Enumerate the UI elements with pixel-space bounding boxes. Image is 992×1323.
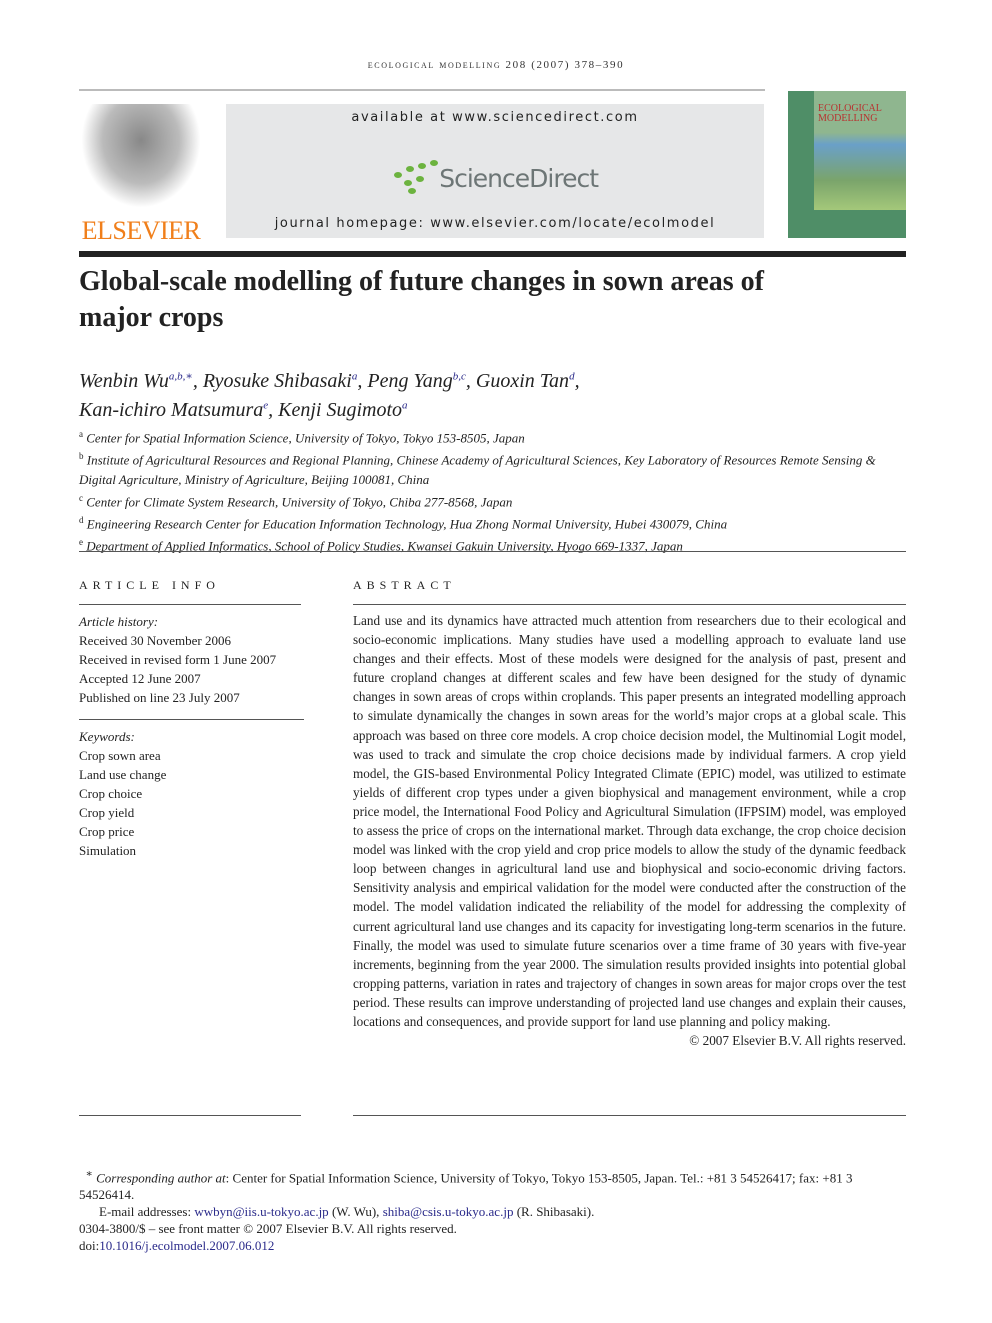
doi-line: doi:10.1016/j.ecolmodel.2007.06.012	[79, 1238, 275, 1254]
divider	[79, 251, 906, 257]
elsevier-logo: ELSEVIER	[79, 104, 203, 245]
divider	[79, 719, 304, 720]
history-label: Article history:	[79, 614, 159, 629]
divider	[353, 1115, 906, 1116]
sciencedirect-banner: available at www.sciencedirect.com Scien…	[226, 104, 764, 238]
history-item: Published on line 23 July 2007	[79, 690, 240, 705]
sciencedirect-dots-icon	[392, 160, 438, 196]
doi-link[interactable]: 10.1016/j.ecolmodel.2007.06.012	[99, 1238, 274, 1253]
cover-title: ECOLOGICAL MODELLING	[818, 103, 882, 124]
copyright: © 2007 Elsevier B.V. All rights reserved…	[689, 1033, 906, 1049]
article-info-heading: ARTICLE INFO	[79, 578, 220, 592]
divider	[79, 604, 301, 605]
issn-line: 0304-3800/$ – see front matter © 2007 El…	[79, 1221, 457, 1237]
keyword: Crop price	[79, 824, 135, 839]
author: Kenji Sugimotoa	[278, 399, 408, 422]
divider	[79, 89, 765, 91]
email-link[interactable]: shiba@csis.u-tokyo.ac.jp	[383, 1204, 514, 1219]
affiliation: e Department of Applied Informatics, Sch…	[79, 537, 683, 554]
affiliation: b Institute of Agricultural Resources an…	[79, 451, 876, 487]
journal-cover: ECOLOGICAL MODELLING	[788, 91, 906, 238]
email-link[interactable]: wwbyn@iis.u-tokyo.ac.jp	[194, 1204, 328, 1219]
affiliation: c Center for Climate System Research, Un…	[79, 492, 513, 509]
divider	[79, 1115, 301, 1116]
keyword: Simulation	[79, 843, 137, 858]
sciencedirect-wordmark: ScienceDirect	[439, 163, 599, 193]
article-title: Global-scale modelling of future changes…	[79, 266, 764, 333]
affiliations: a Center for Spatial Information Science…	[79, 425, 909, 556]
history-item: Received 30 November 2006	[79, 633, 231, 648]
author: Wenbin Wua,b,∗,	[79, 369, 203, 392]
abstract: Land use and its dynamics have attracted…	[353, 611, 906, 1050]
corresponding-author-note: ∗ Corresponding author at: Center for Sp…	[79, 1168, 853, 1203]
keywords-label: Keywords:	[79, 729, 135, 744]
keyword: Crop choice	[79, 786, 143, 801]
affiliation: a Center for Spatial Information Science…	[79, 429, 525, 446]
footnotes: ∗ Corresponding author at: Center for Sp…	[79, 1166, 909, 1254]
sciencedirect-logo: ScienceDirect	[392, 156, 599, 200]
author: Peng Yangb,c,	[367, 369, 476, 392]
author-list: Wenbin Wua,b,∗, Ryosuke Shibasakia, Peng…	[79, 364, 879, 423]
email-note: E-mail addresses: wwbyn@iis.u-tokyo.ac.j…	[99, 1204, 595, 1220]
paper-page: ecological modelling 208 (2007) 378–390 …	[0, 0, 992, 1323]
journal-homepage-link[interactable]: journal homepage: www.elsevier.com/locat…	[226, 216, 764, 231]
affiliation: d Engineering Research Center for Educat…	[79, 514, 728, 532]
available-at-link[interactable]: available at www.sciencedirect.com	[226, 110, 764, 125]
publisher-name: ELSEVIER	[81, 216, 201, 245]
abstract-text: Land use and its dynamics have attracted…	[353, 613, 906, 1029]
author: Ryosuke Shibasakia,	[202, 369, 368, 392]
abstract-heading: ABSTRACT	[353, 578, 456, 592]
running-head: ecological modelling 208 (2007) 378–390	[367, 59, 625, 71]
divider	[79, 551, 906, 552]
history-item: Accepted 12 June 2007	[79, 671, 201, 686]
author: Guoxin Tand,	[475, 369, 580, 392]
article-info: Article history: Received 30 November 20…	[79, 612, 304, 860]
history-item: Received in revised form 1 June 2007	[79, 652, 277, 667]
keyword: Land use change	[79, 767, 167, 782]
keyword: Crop sown area	[79, 748, 161, 763]
tree-icon	[81, 104, 201, 208]
keyword: Crop yield	[79, 805, 135, 820]
author: Kan-ichiro Matsumurae,	[79, 399, 279, 422]
divider	[353, 604, 906, 605]
